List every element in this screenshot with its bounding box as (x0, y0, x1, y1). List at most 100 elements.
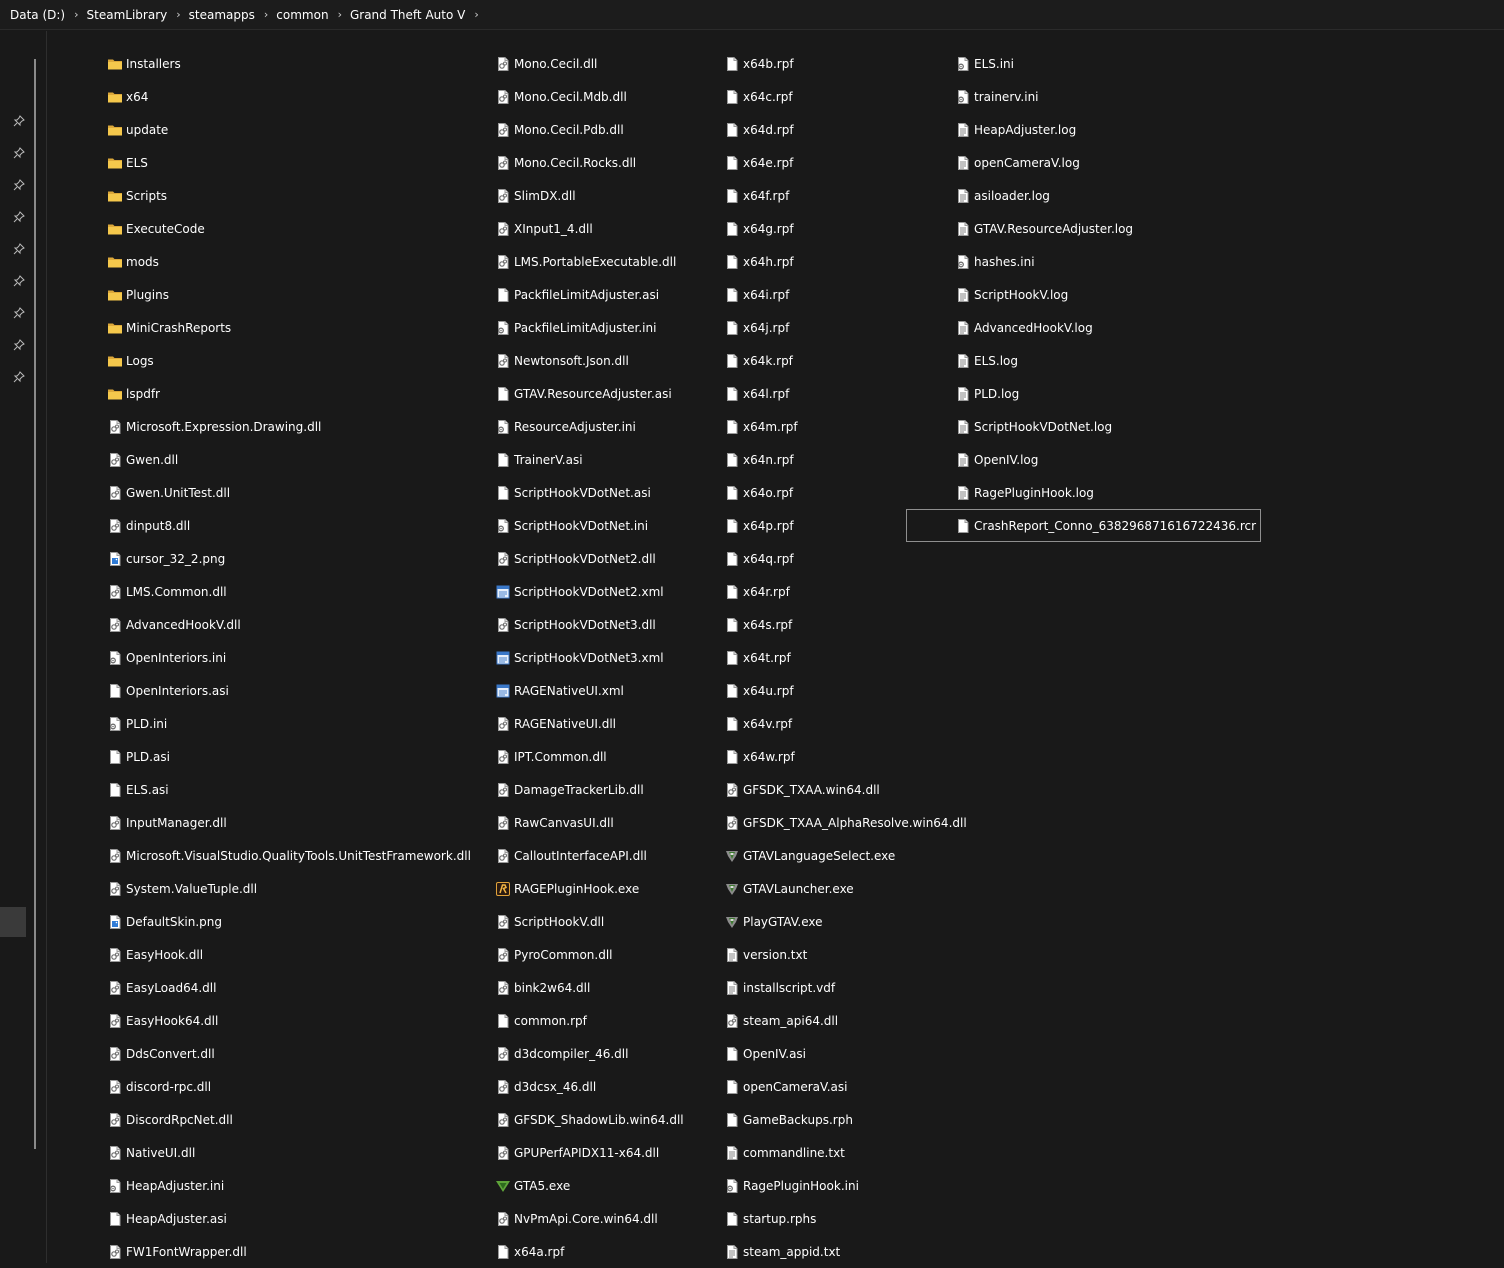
file-item[interactable]: PackfileLimitAdjuster.ini (495, 311, 684, 344)
file-item[interactable]: ScriptHookVDotNet3.xml (495, 641, 684, 674)
file-item[interactable]: x64r.rpf (724, 575, 967, 608)
file-item[interactable]: x64i.rpf (724, 278, 967, 311)
file-item[interactable]: Gwen.UnitTest.dll (107, 476, 471, 509)
folder-item[interactable]: Plugins (107, 278, 471, 311)
file-item[interactable]: RagePluginHook.ini (724, 1169, 967, 1202)
file-item[interactable]: DefaultSkin.png (107, 905, 471, 938)
breadcrumb-item[interactable]: SteamLibrary (87, 8, 168, 22)
folder-item[interactable]: MiniCrashReports (107, 311, 471, 344)
file-item[interactable]: System.ValueTuple.dll (107, 872, 471, 905)
file-item[interactable]: DdsConvert.dll (107, 1037, 471, 1070)
file-item[interactable]: steam_api64.dll (724, 1004, 967, 1037)
file-item[interactable]: ScriptHookVDotNet.ini (495, 509, 684, 542)
file-item[interactable]: ELS.log (955, 344, 1261, 377)
file-item[interactable]: x64v.rpf (724, 707, 967, 740)
chevron-right-icon[interactable]: › (74, 8, 78, 21)
file-item[interactable]: x64u.rpf (724, 674, 967, 707)
file-item[interactable]: x64h.rpf (724, 245, 967, 278)
file-item[interactable]: FW1FontWrapper.dll (107, 1235, 471, 1268)
file-item[interactable]: openCameraV.log (955, 146, 1261, 179)
file-item[interactable]: x64l.rpf (724, 377, 967, 410)
file-item[interactable]: version.txt (724, 938, 967, 971)
file-item[interactable]: IPT.Common.dll (495, 740, 684, 773)
file-item[interactable]: ScriptHookVDotNet3.dll (495, 608, 684, 641)
file-item[interactable]: x64q.rpf (724, 542, 967, 575)
file-item[interactable]: x64d.rpf (724, 113, 967, 146)
file-item[interactable]: d3dcompiler_46.dll (495, 1037, 684, 1070)
file-item[interactable]: ScriptHookVDotNet2.xml (495, 575, 684, 608)
file-item[interactable]: GTAV.ResourceAdjuster.asi (495, 377, 684, 410)
file-item[interactable]: ResourceAdjuster.ini (495, 410, 684, 443)
file-item[interactable]: ScriptHookVDotNet.log (955, 410, 1261, 443)
file-item[interactable]: ELS.asi (107, 773, 471, 806)
file-item[interactable]: XInput1_4.dll (495, 212, 684, 245)
file-item[interactable]: PlayGTAV.exe (724, 905, 967, 938)
file-item[interactable]: OpenIV.log (955, 443, 1261, 476)
file-item[interactable]: x64e.rpf (724, 146, 967, 179)
breadcrumb-item[interactable]: Data (D:) (10, 8, 65, 22)
file-item[interactable]: EasyLoad64.dll (107, 971, 471, 1004)
file-item[interactable]: x64w.rpf (724, 740, 967, 773)
file-item[interactable]: GFSDK_TXAA_AlphaResolve.win64.dll (724, 806, 967, 839)
folder-item[interactable]: Scripts (107, 179, 471, 212)
pin-icon[interactable] (12, 211, 26, 225)
file-item[interactable]: EasyHook.dll (107, 938, 471, 971)
file-item[interactable]: Mono.Cecil.dll (495, 47, 684, 80)
file-item[interactable]: HeapAdjuster.log (955, 113, 1261, 146)
file-item[interactable]: x64t.rpf (724, 641, 967, 674)
file-item[interactable]: x64c.rpf (724, 80, 967, 113)
file-item[interactable]: x64g.rpf (724, 212, 967, 245)
pin-icon[interactable] (12, 275, 26, 289)
file-item[interactable]: x64n.rpf (724, 443, 967, 476)
file-item[interactable]: Microsoft.Expression.Drawing.dll (107, 410, 471, 443)
file-item[interactable]: trainerv.ini (955, 80, 1261, 113)
file-item[interactable]: GTAV.ResourceAdjuster.log (955, 212, 1261, 245)
file-item[interactable]: CalloutInterfaceAPI.dll (495, 839, 684, 872)
file-item[interactable]: discord-rpc.dll (107, 1070, 471, 1103)
file-item[interactable]: PLD.ini (107, 707, 471, 740)
file-item[interactable]: x64a.rpf (495, 1235, 684, 1268)
file-item[interactable]: x64b.rpf (724, 47, 967, 80)
file-item[interactable]: InputManager.dll (107, 806, 471, 839)
file-item[interactable]: PyroCommon.dll (495, 938, 684, 971)
file-item[interactable]: commandline.txt (724, 1136, 967, 1169)
file-item[interactable]: PackfileLimitAdjuster.asi (495, 278, 684, 311)
file-item[interactable]: Mono.Cecil.Rocks.dll (495, 146, 684, 179)
chevron-right-icon[interactable]: › (474, 8, 478, 21)
folder-item[interactable]: update (107, 113, 471, 146)
file-item[interactable]: bink2w64.dll (495, 971, 684, 1004)
file-item[interactable]: Newtonsoft.Json.dll (495, 344, 684, 377)
file-item[interactable]: GTAVLanguageSelect.exe (724, 839, 967, 872)
file-item[interactable]: GFSDK_TXAA.win64.dll (724, 773, 967, 806)
file-item[interactable]: ELS.ini (955, 47, 1261, 80)
pin-icon[interactable] (12, 147, 26, 161)
file-item[interactable]: AdvancedHookV.log (955, 311, 1261, 344)
file-item[interactable]: startup.rphs (724, 1202, 967, 1235)
file-item[interactable]: PLD.log (955, 377, 1261, 410)
file-item[interactable]: Mono.Cecil.Pdb.dll (495, 113, 684, 146)
file-item[interactable]: EasyHook64.dll (107, 1004, 471, 1037)
file-item[interactable]: cursor_32_2.png (107, 542, 471, 575)
file-item[interactable]: SlimDX.dll (495, 179, 684, 212)
file-item[interactable]: TrainerV.asi (495, 443, 684, 476)
file-item[interactable]: RAGEPluginHook.exe (495, 872, 684, 905)
file-item[interactable]: GPUPerfAPIDX11-x64.dll (495, 1136, 684, 1169)
chevron-right-icon[interactable]: › (338, 8, 342, 21)
file-item[interactable]: x64m.rpf (724, 410, 967, 443)
breadcrumb-item[interactable]: common (276, 8, 328, 22)
file-item[interactable]: LMS.PortableExecutable.dll (495, 245, 684, 278)
file-item[interactable]: x64j.rpf (724, 311, 967, 344)
pin-icon[interactable] (12, 339, 26, 353)
file-item[interactable]: OpenInteriors.ini (107, 641, 471, 674)
pin-icon[interactable] (12, 371, 26, 385)
file-item[interactable]: LMS.Common.dll (107, 575, 471, 608)
pin-icon[interactable] (12, 307, 26, 321)
file-item[interactable]: DamageTrackerLib.dll (495, 773, 684, 806)
file-item[interactable]: GFSDK_ShadowLib.win64.dll (495, 1103, 684, 1136)
pin-icon[interactable] (12, 243, 26, 257)
navigation-selected-item[interactable] (0, 907, 26, 937)
file-item[interactable]: RawCanvasUI.dll (495, 806, 684, 839)
file-item[interactable]: hashes.ini (955, 245, 1261, 278)
file-item[interactable]: CrashReport_Conno_638296871616722436.rcr (906, 509, 1262, 542)
file-item[interactable]: NvPmApi.Core.win64.dll (495, 1202, 684, 1235)
